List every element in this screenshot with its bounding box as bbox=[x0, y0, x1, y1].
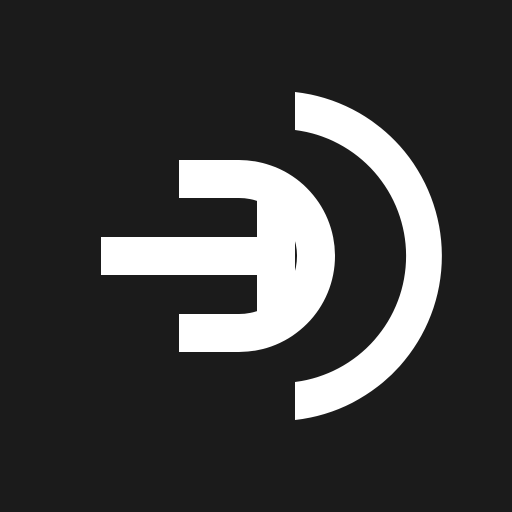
app-icon-canvas bbox=[0, 0, 512, 512]
logo-left-bar bbox=[101, 237, 257, 275]
broadcast-d-logo-icon bbox=[0, 0, 512, 512]
logo-inner-bar bbox=[257, 196, 295, 316]
